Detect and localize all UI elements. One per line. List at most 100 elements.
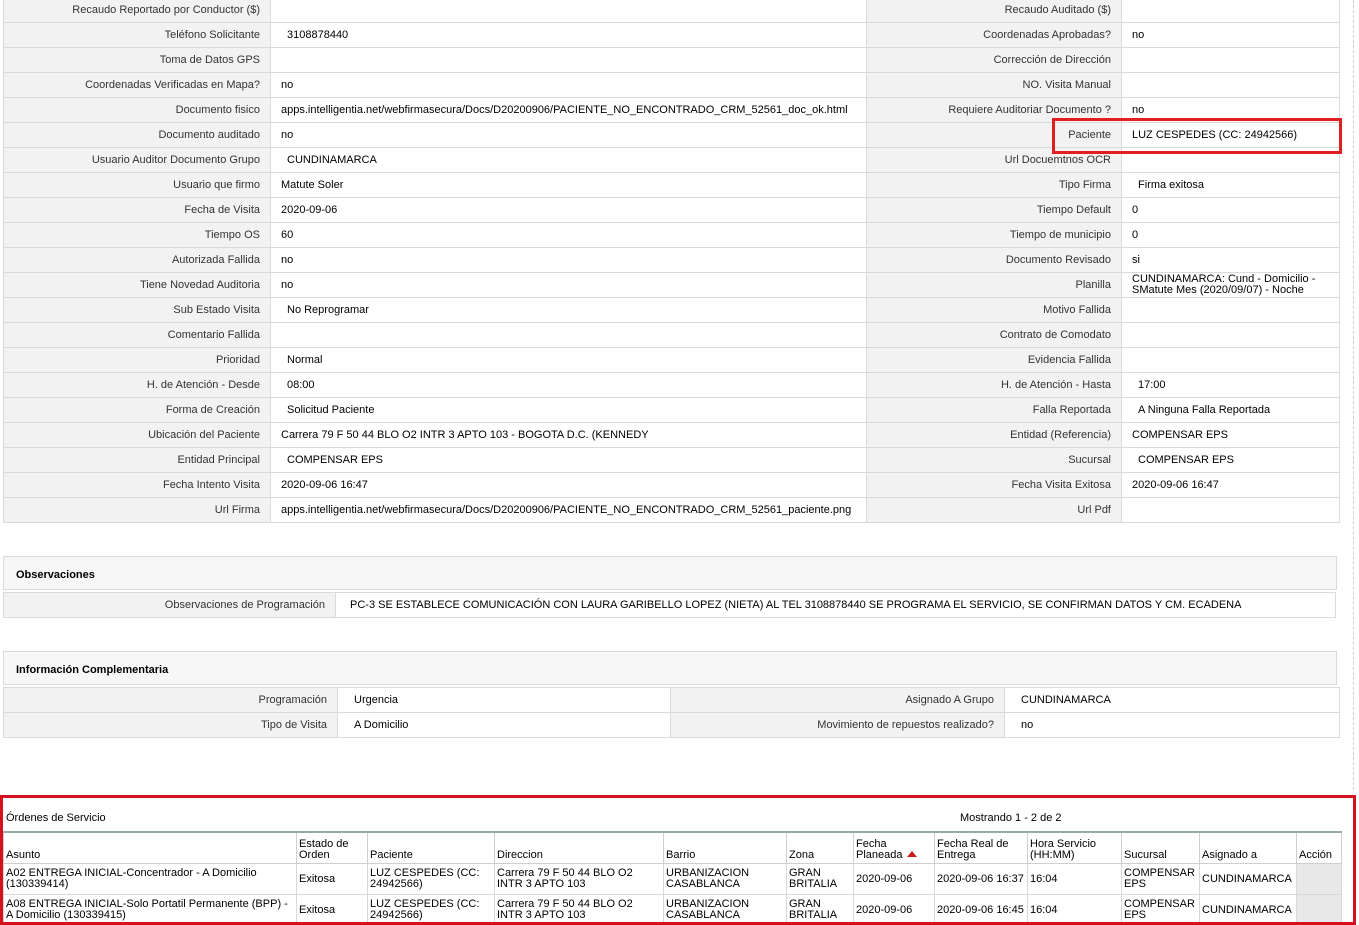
column-header-barrio[interactable]: Barrio bbox=[663, 831, 787, 864]
url-docuemtnos-ocr-label: Url Docuemtnos OCR bbox=[866, 147, 1122, 173]
fecha-intento-visita-value: 2020-09-06 16:47 bbox=[270, 472, 867, 498]
planilla-value: CUNDINAMARCA: Cund - Domicilio - SMatute… bbox=[1121, 272, 1340, 298]
column-header-accion[interactable]: Acción bbox=[1296, 831, 1342, 864]
correccion-de-direccion-value bbox=[1121, 47, 1340, 73]
cell-barrio: URBANIZACION CASABLANCA bbox=[663, 894, 787, 922]
movimiento-de-repuestos-realizado-label: Movimiento de repuestos realizado? bbox=[670, 712, 1005, 738]
details-row: Forma de Creación Solicitud Paciente Falla… bbox=[3, 397, 1340, 423]
programacion-value: Urgencia bbox=[337, 687, 671, 713]
evidencia-fallida-value bbox=[1121, 347, 1340, 373]
cell-direccion: Carrera 79 F 50 44 BLO O2 INTR 3 APTO 10… bbox=[494, 894, 664, 922]
coordenadas-verificadas-en-mapa-value: no bbox=[270, 72, 867, 98]
entidad-principal-value: COMPENSAR EPS bbox=[270, 447, 867, 473]
coordenadas-aprobadas-label: Coordenadas Aprobadas? bbox=[866, 22, 1122, 48]
column-header-hora-servicio-hh-mm[interactable]: Hora Servicio (HH:MM) bbox=[1027, 831, 1122, 864]
complementaria-header: Información Complementaria bbox=[3, 651, 1337, 685]
evidencia-fallida-label: Evidencia Fallida bbox=[866, 347, 1122, 373]
details-row: Url Firma apps.intelligentia.net/webfirma… bbox=[3, 497, 1340, 523]
url-pdf-value bbox=[1121, 497, 1340, 523]
table-row[interactable]: A08 ENTREGA INICIAL-Solo Portatil Perman… bbox=[3, 894, 1342, 922]
cell-paciente: LUZ CESPEDES (CC: 24942566) bbox=[367, 894, 495, 922]
contrato-de-comodato-value bbox=[1121, 322, 1340, 348]
column-header-label: Direccion bbox=[497, 849, 543, 861]
h-de-atencion-desde-label: H. de Atención - Desde bbox=[3, 372, 271, 398]
sub-estado-visita-label: Sub Estado Visita bbox=[3, 297, 271, 323]
column-header-label: Barrio bbox=[666, 849, 696, 861]
column-header-asignado-a[interactable]: Asignado a bbox=[1199, 831, 1297, 864]
forma-de-creacion-label: Forma de Creación bbox=[3, 397, 271, 423]
cell-barrio: URBANIZACION CASABLANCA bbox=[663, 863, 787, 895]
column-header-direccion[interactable]: Direccion bbox=[494, 831, 664, 864]
column-header-zona[interactable]: Zona bbox=[786, 831, 854, 864]
entidad-referencia-value: COMPENSAR EPS bbox=[1121, 422, 1340, 448]
ordenes-count: Mostrando 1 - 2 de 2 bbox=[960, 812, 1062, 824]
cell-estado-de-orden: Exitosa bbox=[296, 863, 368, 895]
column-header-paciente[interactable]: Paciente bbox=[367, 831, 495, 864]
paciente-label: Paciente bbox=[866, 122, 1122, 148]
visit-details-grid: Recaudo Reportado por Conductor ($) Recau… bbox=[3, 0, 1340, 523]
fecha-visita-exitosa-value: 2020-09-06 16:47 bbox=[1121, 472, 1340, 498]
entidad-referencia-label: Entidad (Referencia) bbox=[866, 422, 1122, 448]
column-header-label: Sucursal bbox=[1124, 849, 1167, 861]
cell-accion[interactable] bbox=[1296, 894, 1342, 922]
scrollbar-track[interactable] bbox=[1353, 0, 1355, 790]
falla-reportada-value: A Ninguna Falla Reportada bbox=[1121, 397, 1340, 423]
cell-asunto: A08 ENTREGA INICIAL-Solo Portatil Perman… bbox=[3, 894, 297, 922]
url-docuemtnos-ocr-value bbox=[1121, 147, 1340, 173]
usuario-auditor-documento-grupo-value: CUNDINAMARCA bbox=[270, 147, 867, 173]
documento-fisico-value: apps.intelligentia.net/webfirmasecura/Do… bbox=[270, 97, 867, 123]
tipo-de-visita-value: A Domicilio bbox=[337, 712, 671, 738]
tiempo-de-municipio-label: Tiempo de municipio bbox=[866, 222, 1122, 248]
ordenes-table: Asunto Estado de Orden Paciente Direccion Ba… bbox=[3, 831, 1342, 922]
column-header-label: Paciente bbox=[370, 849, 413, 861]
tiene-novedad-auditoria-label: Tiene Novedad Auditoria bbox=[3, 272, 271, 298]
complementaria-row: Tipo de Visita A Domicilio Movimiento de r… bbox=[3, 712, 1340, 738]
details-row: Fecha de Visita 2020-09-06 Tiempo Default 0 bbox=[3, 197, 1340, 223]
tipo-firma-value: Firma exitosa bbox=[1121, 172, 1340, 198]
observaciones-value: PC-3 SE ESTABLECE COMUNICACIÓN CON LAURA… bbox=[335, 592, 1336, 618]
usuario-que-firmo-label: Usuario que firmo bbox=[3, 172, 271, 198]
requiere-auditoriar-documento-label: Requiere Auditoriar Documento ? bbox=[866, 97, 1122, 123]
cell-fecha-planeada: 2020-09-06 bbox=[853, 894, 935, 922]
details-row: Autorizada Fallida no Documento Revisado si bbox=[3, 247, 1340, 273]
no-visita-manual-label: NO. Visita Manual bbox=[866, 72, 1122, 98]
falla-reportada-label: Falla Reportada bbox=[866, 397, 1122, 423]
toma-de-datos-gps-value bbox=[270, 47, 867, 73]
column-header-asunto[interactable]: Asunto bbox=[3, 831, 297, 864]
details-row: Ubicación del Paciente Carrera 79 F 50 44… bbox=[3, 422, 1340, 448]
asignado-a-grupo-label: Asignado A Grupo bbox=[670, 687, 1005, 713]
tiempo-default-label: Tiempo Default bbox=[866, 197, 1122, 223]
details-row: Entidad Principal COMPENSAR EPS Sucursal CO… bbox=[3, 447, 1340, 473]
complementaria-row: Programación Urgencia Asignado A Grupo CUND… bbox=[3, 687, 1340, 713]
column-header-label: Fecha Real de Entrega bbox=[937, 838, 1009, 861]
sub-estado-visita-value: No Reprogramar bbox=[270, 297, 867, 323]
prioridad-value: Normal bbox=[270, 347, 867, 373]
sort-ascending-icon[interactable] bbox=[906, 851, 917, 857]
autorizada-fallida-value: no bbox=[270, 247, 867, 273]
asignado-a-grupo-value: CUNDINAMARCA bbox=[1004, 687, 1340, 713]
cell-paciente: LUZ CESPEDES (CC: 24942566) bbox=[367, 863, 495, 895]
recaudo-auditado-label: Recaudo Auditado ($) bbox=[866, 0, 1122, 23]
tipo-firma-label: Tipo Firma bbox=[866, 172, 1122, 198]
recaudo-reportado-por-conductor-value bbox=[270, 0, 867, 23]
observaciones-label: Observaciones de Programación bbox=[3, 592, 336, 618]
column-header-estado-de-orden[interactable]: Estado de Orden bbox=[296, 831, 368, 864]
column-header-fecha-real-de-entrega[interactable]: Fecha Real de Entrega bbox=[934, 831, 1028, 864]
cell-asignado-a: CUNDINAMARCA bbox=[1199, 894, 1297, 922]
cell-hora-servicio-hh-mm: 16:04 bbox=[1027, 894, 1122, 922]
tiempo-de-municipio-value: 0 bbox=[1121, 222, 1340, 248]
comentario-fallida-label: Comentario Fallida bbox=[3, 322, 271, 348]
column-header-sucursal[interactable]: Sucursal bbox=[1121, 831, 1200, 864]
movimiento-de-repuestos-realizado-value: no bbox=[1004, 712, 1340, 738]
programacion-label: Programación bbox=[3, 687, 338, 713]
cell-accion[interactable] bbox=[1296, 863, 1342, 895]
cell-fecha-planeada: 2020-09-06 bbox=[853, 863, 935, 895]
column-header-fecha-planeada[interactable]: Fecha Planeada bbox=[853, 831, 935, 864]
requiere-auditoriar-documento-value: no bbox=[1121, 97, 1340, 123]
table-row[interactable]: A02 ENTREGA INICIAL-Concentrador - A Dom… bbox=[3, 863, 1342, 895]
planilla-label: Planilla bbox=[866, 272, 1122, 298]
cell-zona: GRAN BRITALIA bbox=[786, 894, 854, 922]
url-firma-value: apps.intelligentia.net/webfirmasecura/Do… bbox=[270, 497, 867, 523]
details-row: Coordenadas Verificadas en Mapa? no NO. Vi… bbox=[3, 72, 1340, 98]
correccion-de-direccion-label: Corrección de Dirección bbox=[866, 47, 1122, 73]
